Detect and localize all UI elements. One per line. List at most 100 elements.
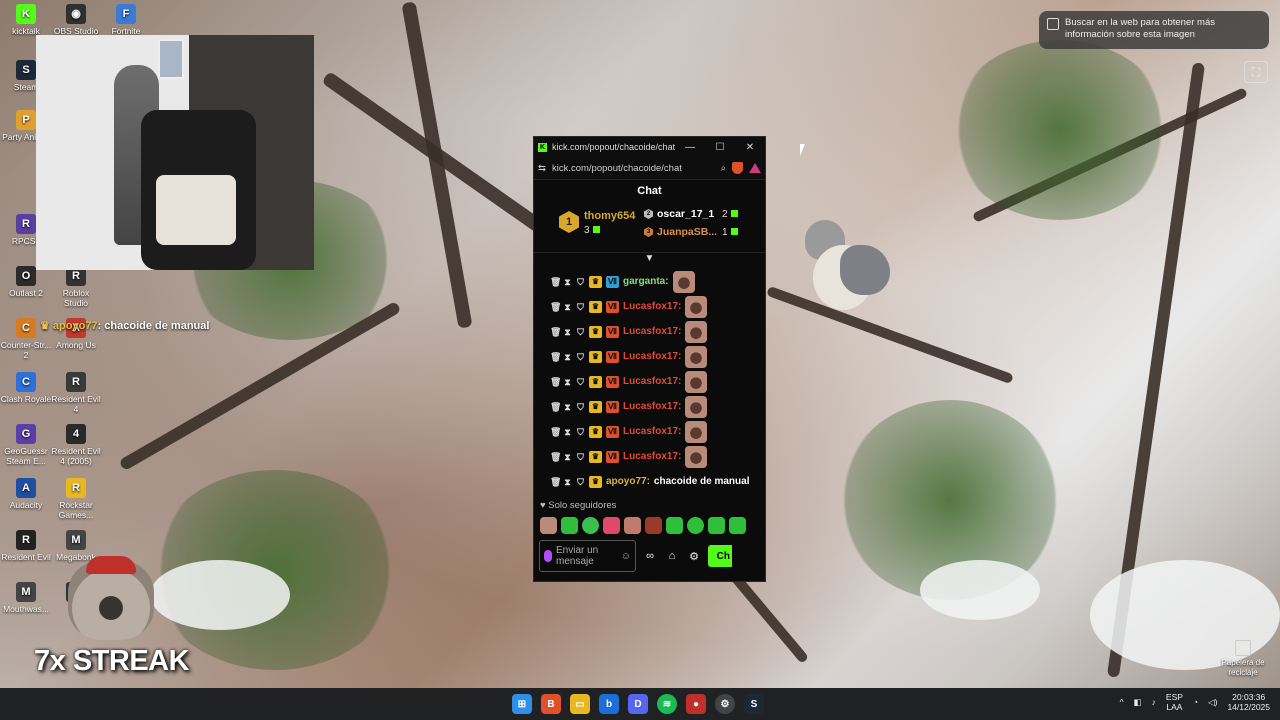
chat-message[interactable]: 🗑 ⧗ ⛉ ♛ Ⅶ Lucasfox17: — [534, 444, 765, 469]
desktop-icon-roblox-studio[interactable]: R Roblox Studio — [50, 266, 102, 308]
desktop-icon-resident-evil-4-2005[interactable]: 4 Resident Evil 4 (2005) — [50, 424, 102, 466]
expand-leaderboard-icon[interactable]: ▼ — [534, 253, 765, 267]
ban-icon[interactable]: ⛉ — [576, 327, 585, 337]
network-icon[interactable]: ◧ — [1134, 697, 1142, 708]
timeout-icon[interactable]: ⧗ — [563, 327, 572, 337]
chat-message[interactable]: 🗑 ⧗ ⛉ ♛ Ⅶ Lucasfox17: — [534, 344, 765, 369]
zoom-icon[interactable]: ⌕ — [721, 163, 726, 174]
chat-username[interactable]: Lucasfox17: — [623, 326, 681, 337]
settings-icon[interactable]: ⚙ — [715, 694, 735, 714]
delete-message-icon[interactable]: 🗑 — [550, 427, 561, 437]
desktop-icon-outlast-2[interactable]: O Outlast 2 — [0, 266, 52, 298]
brave-shield-icon[interactable] — [732, 162, 743, 174]
maximize-button[interactable]: ☐ — [705, 142, 735, 153]
delete-message-icon[interactable]: 🗑 — [550, 452, 561, 462]
timeout-icon[interactable]: ⧗ — [563, 452, 572, 462]
chat-message[interactable]: 🗑 ⧗ ⛉ ♛ Ⅶ Lucasfox17: — [534, 394, 765, 419]
microphone-icon[interactable] — [544, 550, 552, 562]
bing-icon[interactable]: b — [599, 694, 619, 714]
timeout-icon[interactable]: ⧗ — [563, 402, 572, 412]
ban-icon[interactable]: ⛉ — [576, 427, 585, 437]
chat-message[interactable]: 🗑 ⧗ ⛉ ♛ Ⅶ Lucasfox17: — [534, 419, 765, 444]
emote[interactable] — [645, 516, 662, 534]
emote[interactable] — [561, 516, 578, 534]
ban-icon[interactable]: ⛉ — [576, 277, 585, 287]
chat-username[interactable]: Lucasfox17: — [623, 376, 681, 387]
brave-browser-icon[interactable]: B — [541, 694, 561, 714]
emote[interactable] — [687, 516, 704, 534]
ban-icon[interactable]: ⛉ — [576, 402, 585, 412]
settings-gear-icon[interactable]: ⚙ — [686, 550, 702, 563]
volume-icon[interactable]: ◁) — [1208, 697, 1217, 708]
desktop-icon-audacity[interactable]: A Audacity — [0, 478, 52, 510]
minimize-button[interactable]: — — [675, 142, 705, 153]
language-indicator[interactable]: ESP LAA — [1166, 692, 1183, 712]
address-bar[interactable]: ⇆ kick.com/popout/chacoide/chat ⌕ — [534, 157, 765, 180]
chat-message[interactable]: 🗑 ⧗ ⛉ ♛ Ⅶgarganta: — [534, 269, 765, 294]
chat-message[interactable]: 🗑 ⧗ ⛉ ♛ Ⅶ Lucasfox17: — [534, 294, 765, 319]
chat-input[interactable]: Enviar un mensaje ☺ — [539, 540, 636, 572]
recycle-bin-icon[interactable]: Papelera de reciclaje — [1218, 640, 1268, 678]
site-settings-icon[interactable]: ⇆ — [538, 163, 546, 174]
delete-message-icon[interactable]: 🗑 — [550, 302, 561, 312]
leader-1-name[interactable]: thomy654 — [584, 210, 635, 222]
chat-message[interactable]: 🗑 ⧗ ⛉ ♛ Ⅶ Lucasfox17: — [534, 369, 765, 394]
microphone-tray-icon[interactable]: ♪ — [1152, 697, 1156, 707]
close-button[interactable]: ✕ — [735, 142, 765, 153]
spotify-icon[interactable]: ≋ — [657, 694, 677, 714]
chat-message[interactable]: 🗑 ⧗ ⛉ ♛ Ⅶ Lucasfox17: — [534, 319, 765, 344]
wifi-icon[interactable]: ◔ — [1193, 697, 1198, 707]
timeout-icon[interactable]: ⧗ — [563, 352, 572, 362]
delete-message-icon[interactable]: 🗑 — [550, 377, 561, 387]
leader-2[interactable]: 2 oscar_17_1 — [644, 208, 714, 220]
delete-message-icon[interactable]: 🗑 — [550, 477, 561, 487]
ban-icon[interactable]: ⛉ — [576, 452, 585, 462]
chat-username[interactable]: Lucasfox17: — [623, 401, 681, 412]
obs-icon[interactable]: ● — [686, 694, 706, 714]
emote[interactable] — [729, 516, 746, 534]
delete-message-icon[interactable]: 🗑 — [550, 352, 561, 362]
chat-username[interactable]: apoyo77: — [606, 476, 650, 487]
emoji-icon[interactable]: ☺ — [621, 551, 631, 562]
chat-username[interactable]: Lucasfox17: — [623, 301, 681, 312]
ban-icon[interactable]: ⛉ — [576, 302, 585, 312]
desktop-icon-resident-evil-4[interactable]: R Resident Evil 4 — [50, 372, 102, 414]
emote[interactable] — [540, 516, 557, 534]
chat-username[interactable]: Lucasfox17: — [623, 351, 681, 362]
desktop-icon-geoguessr-steam-e[interactable]: G GeoGuessr Steam E... — [0, 424, 52, 466]
lens-search-button[interactable]: ⛶ — [1244, 61, 1268, 83]
emote[interactable] — [708, 516, 725, 534]
send-chat-button[interactable]: Ch — [708, 545, 732, 567]
desktop-icon-kicktalk[interactable]: Kkicktalk — [0, 4, 52, 36]
leader-3[interactable]: 3 JuanpaSB... — [644, 226, 717, 238]
chat-username[interactable]: Lucasfox17: — [623, 451, 681, 462]
brave-rewards-icon[interactable] — [749, 163, 761, 173]
store-icon[interactable]: ⌂ — [664, 550, 680, 562]
discord-icon[interactable]: D — [628, 694, 648, 714]
chat-username[interactable]: garganta: — [623, 276, 669, 287]
steam-icon[interactable]: S — [744, 694, 764, 714]
chat-username[interactable]: Lucasfox17: — [623, 426, 681, 437]
desktop-icon-clash-royale[interactable]: C Clash Royale — [0, 372, 52, 404]
ban-icon[interactable]: ⛉ — [576, 377, 585, 387]
chat-message[interactable]: 🗑 ⧗ ⛉ ♛ apoyo77: chacoide de manual — [534, 469, 765, 494]
timeout-icon[interactable]: ⧗ — [563, 277, 572, 287]
timeout-icon[interactable]: ⧗ — [563, 302, 572, 312]
desktop-icon-mouthwas[interactable]: M Mouthwas... — [0, 582, 52, 614]
start-windows-icon[interactable]: ⊞ — [512, 694, 532, 714]
emote[interactable] — [666, 516, 683, 534]
delete-message-icon[interactable]: 🗑 — [550, 402, 561, 412]
delete-message-icon[interactable]: 🗑 — [550, 277, 561, 287]
clock[interactable]: 20:03:36 14/12/2025 — [1227, 692, 1270, 712]
ban-icon[interactable]: ⛉ — [576, 477, 585, 487]
window-titlebar[interactable]: K kick.com/popout/chacoide/chat -... — ☐… — [534, 137, 765, 157]
desktop-icon-fortnite[interactable]: F Fortnite — [100, 4, 152, 36]
emote[interactable] — [624, 516, 641, 534]
desktop-icon-resident-evil[interactable]: R Resident Evil — [0, 530, 52, 562]
show-hidden-icons-icon[interactable]: ^ — [1120, 697, 1124, 707]
emote[interactable] — [582, 516, 599, 534]
ban-icon[interactable]: ⛉ — [576, 352, 585, 362]
emote[interactable] — [603, 516, 620, 534]
timeout-icon[interactable]: ⧗ — [563, 377, 572, 387]
lens-tooltip[interactable]: Buscar en la web para obtener más inform… — [1039, 11, 1269, 49]
